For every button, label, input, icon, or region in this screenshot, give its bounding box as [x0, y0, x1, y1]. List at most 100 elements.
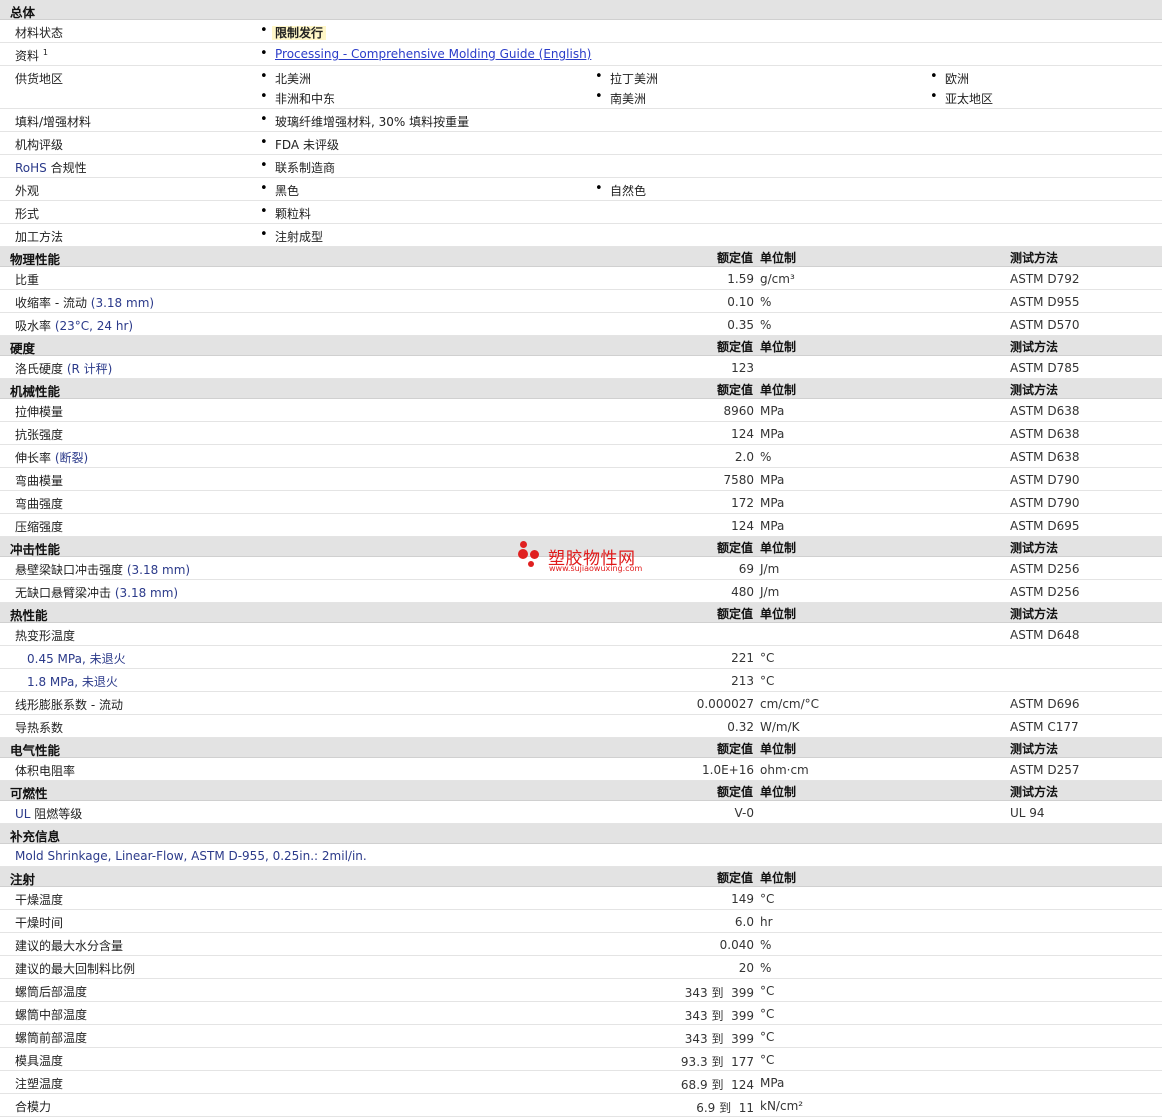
- test-method: UL 94: [1010, 806, 1045, 820]
- property-unit: MPa: [760, 427, 785, 441]
- header-value: 额定值: [716, 251, 753, 265]
- property-label: 螺筒前部温度: [15, 1031, 88, 1045]
- property-label: 比重: [15, 273, 40, 287]
- header-unit: 单位制: [760, 871, 797, 885]
- property-label: 导热系数: [15, 721, 64, 735]
- property-unit: W/m/K: [760, 720, 800, 734]
- watermark-logo: 塑胶物性网 www.sujiaowuxing.com: [518, 541, 648, 575]
- property-unit: °C: [760, 674, 775, 688]
- test-method: ASTM D790: [1010, 473, 1080, 487]
- row-label: 机构评级: [15, 138, 64, 152]
- table-row: 伸长率 (断裂) 2.0 % ASTM D638: [0, 445, 1162, 468]
- test-method: ASTM D256: [1010, 585, 1080, 599]
- property-unit: J/m: [760, 585, 780, 599]
- literature-link[interactable]: Processing - Comprehensive Molding Guide…: [275, 47, 591, 61]
- row-label: 加工方法: [15, 230, 64, 244]
- property-value: 93.3 到 177: [680, 1055, 754, 1069]
- row-label: 形式: [15, 207, 40, 221]
- list-item: 自然色: [595, 181, 646, 199]
- row-label: 供货地区: [15, 72, 64, 86]
- section-title: 电气性能: [10, 743, 61, 758]
- section-thermal: 热性能 额定值 单位制 测试方法: [0, 603, 1162, 623]
- header-test: 测试方法: [1010, 785, 1059, 799]
- section-injection: 注射 额定值 单位制: [0, 867, 1162, 887]
- property-value: 1.59: [727, 272, 754, 286]
- table-row: 抗张强度 124 MPa ASTM D638: [0, 422, 1162, 445]
- property-unit: MPa: [760, 1076, 785, 1090]
- section-title: 补充信息: [10, 829, 61, 844]
- property-value: 20: [738, 961, 754, 975]
- test-method: ASTM D792: [1010, 272, 1080, 286]
- property-value: 2.0: [734, 450, 754, 464]
- property-unit: MPa: [760, 519, 785, 533]
- property-value: 221: [731, 651, 754, 665]
- section-overview: 总体: [0, 0, 1162, 20]
- list-item: FDA 未评级: [260, 135, 339, 153]
- row-rohs: RoHS 合规性 联系制造商: [0, 155, 1162, 178]
- table-row: 1.8 MPa, 未退火 213 °C: [0, 669, 1162, 692]
- header-test: 测试方法: [1010, 742, 1059, 756]
- logo-url: www.sujiaowuxing.com: [549, 564, 643, 573]
- property-value: 149: [731, 892, 754, 906]
- header-value: 额定值: [716, 785, 753, 799]
- property-label: 无缺口悬臂梁冲击 (3.18 mm): [15, 586, 179, 600]
- header-test: 测试方法: [1010, 607, 1059, 621]
- list-item: 玻璃纤维增强材料, 30% 填料按重量: [260, 112, 469, 130]
- region-item: 拉丁美洲: [595, 69, 658, 87]
- property-label: 悬壁梁缺口冲击强度 (3.18 mm): [15, 563, 191, 577]
- region-item: 欧洲: [930, 69, 969, 87]
- property-value: 6.9 到 11: [696, 1101, 754, 1115]
- property-value: 68.9 到 124: [680, 1078, 754, 1092]
- table-row: 螺筒后部温度 343 到 399 °C: [0, 979, 1162, 1002]
- property-unit: g/cm³: [760, 272, 795, 286]
- test-method: ASTM D257: [1010, 763, 1080, 777]
- property-unit: ohm·cm: [760, 763, 809, 777]
- header-test: 测试方法: [1010, 541, 1059, 555]
- property-unit: %: [760, 295, 772, 309]
- row-label: RoHS 合规性: [15, 161, 87, 175]
- property-label: 干燥温度: [15, 893, 64, 907]
- section-title: 热性能: [10, 608, 48, 623]
- property-unit: °C: [760, 1007, 775, 1021]
- section-hardness: 硬度 额定值 单位制 测试方法: [0, 336, 1162, 356]
- table-row: 螺筒前部温度 343 到 399 °C: [0, 1025, 1162, 1048]
- property-label: 线形膨胀系数 - 流动: [15, 698, 123, 712]
- property-label: 洛氏硬度 (R 计秤): [15, 362, 113, 376]
- test-method: ASTM D790: [1010, 496, 1080, 510]
- table-row: 0.45 MPa, 未退火 221 °C: [0, 646, 1162, 669]
- table-row: 弯曲模量 7580 MPa ASTM D790: [0, 468, 1162, 491]
- row-label: 填料/增强材料: [15, 115, 92, 129]
- section-title: 物理性能: [10, 252, 61, 267]
- property-unit: °C: [760, 892, 775, 906]
- section-title: 机械性能: [10, 384, 61, 399]
- test-method: ASTM D696: [1010, 697, 1080, 711]
- table-row: Mold Shrinkage, Linear-Flow, ASTM D-955,…: [0, 844, 1162, 867]
- region-item: 北美洲: [260, 69, 311, 87]
- table-row: 建议的最大回制料比例 20%: [0, 956, 1162, 979]
- header-test: 测试方法: [1010, 251, 1059, 265]
- table-row: 比重 1.59 g/cm³ ASTM D792: [0, 267, 1162, 290]
- property-label: UL 阻燃等级: [15, 807, 83, 821]
- table-row: 弯曲强度 172 MPa ASTM D790: [0, 491, 1162, 514]
- row-label: 材料状态: [15, 26, 64, 40]
- property-value: V-0: [734, 806, 754, 820]
- list-item: 注射成型: [260, 227, 323, 245]
- property-value: 0.32: [727, 720, 754, 734]
- header-value: 额定值: [716, 383, 753, 397]
- property-unit: °C: [760, 1030, 775, 1044]
- header-test: 测试方法: [1010, 340, 1059, 354]
- row-agency: 机构评级 FDA 未评级: [0, 132, 1162, 155]
- section-title: 冲击性能: [10, 542, 61, 557]
- property-label: 干燥时间: [15, 916, 64, 930]
- test-method: ASTM D256: [1010, 562, 1080, 576]
- header-unit: 单位制: [760, 742, 797, 756]
- property-label: 建议的最大水分含量: [15, 939, 124, 953]
- property-value: 213: [731, 674, 754, 688]
- row-appearance: 外观 黑色 自然色: [0, 178, 1162, 201]
- table-row: 无缺口悬臂梁冲击 (3.18 mm) 480 J/m ASTM D256: [0, 580, 1162, 603]
- property-value: 124: [731, 519, 754, 533]
- region-item: 南美洲: [595, 89, 646, 107]
- property-label: 弯曲强度: [15, 497, 64, 511]
- section-title: 硬度: [10, 341, 36, 356]
- property-label: 热变形温度: [15, 629, 76, 643]
